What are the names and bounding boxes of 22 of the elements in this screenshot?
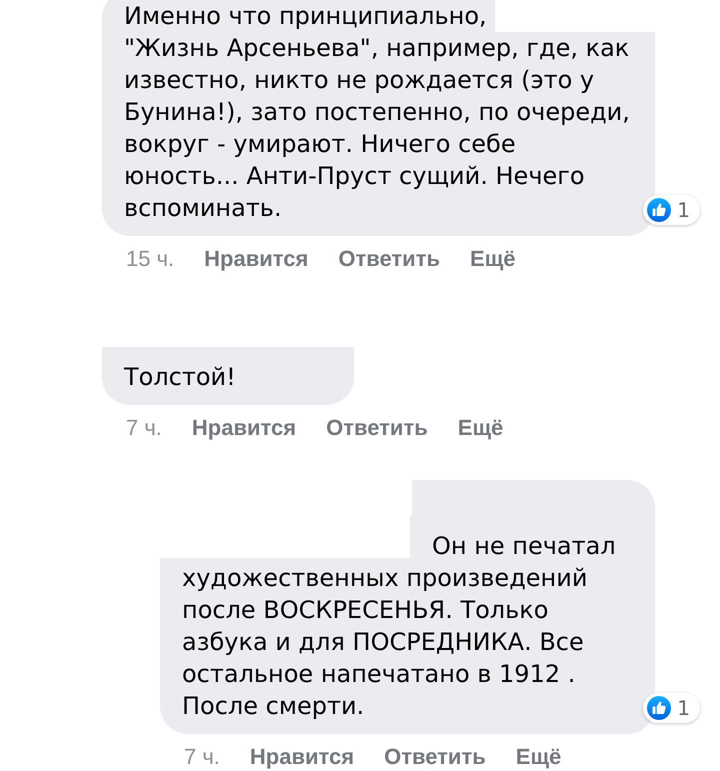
more-link[interactable]: Ещё bbox=[458, 415, 504, 441]
comment-time: 7 ч. bbox=[126, 415, 162, 441]
reaction-badge[interactable]: 1 bbox=[643, 195, 700, 225]
reply-link[interactable]: Ответить bbox=[326, 415, 428, 441]
comment-text: Именно что принципиально, bbox=[124, 2, 487, 30]
comment-time: 7 ч. bbox=[184, 744, 220, 770]
reply-link[interactable]: Ответить bbox=[338, 246, 440, 272]
comment-text: "Жизнь Арсеньева", например, где, как известно, никто не рождается (это у Бунина!), зато постепенно, по очереди, вокруг - умирают. Ничего себе юность... Анти-Пруст сущий. Нечего вспоминать. bbox=[124, 34, 630, 222]
more-link[interactable]: Ещё bbox=[516, 744, 562, 770]
reaction-count: 1 bbox=[677, 697, 690, 719]
more-link[interactable]: Ещё bbox=[470, 246, 516, 272]
like-icon bbox=[647, 198, 672, 222]
reply-link[interactable]: Ответить bbox=[384, 744, 486, 770]
like-link[interactable]: Нравится bbox=[192, 415, 296, 441]
comment-time: 15 ч. bbox=[126, 246, 174, 272]
like-icon bbox=[647, 696, 672, 720]
reaction-badge[interactable]: 1 bbox=[643, 693, 700, 723]
like-link[interactable]: Нравится bbox=[204, 246, 308, 272]
like-link[interactable]: Нравится bbox=[250, 744, 354, 770]
comment-text: Он не печатал художественных произведений после ВОСКРЕСЕНЬЯ. Только азбука и для ПОСРЕДНИКА. Все остальное напечатано в 1912 . После смерти. bbox=[182, 532, 616, 720]
comment-text: Толстой! bbox=[124, 363, 236, 391]
reaction-count: 1 bbox=[677, 199, 690, 221]
